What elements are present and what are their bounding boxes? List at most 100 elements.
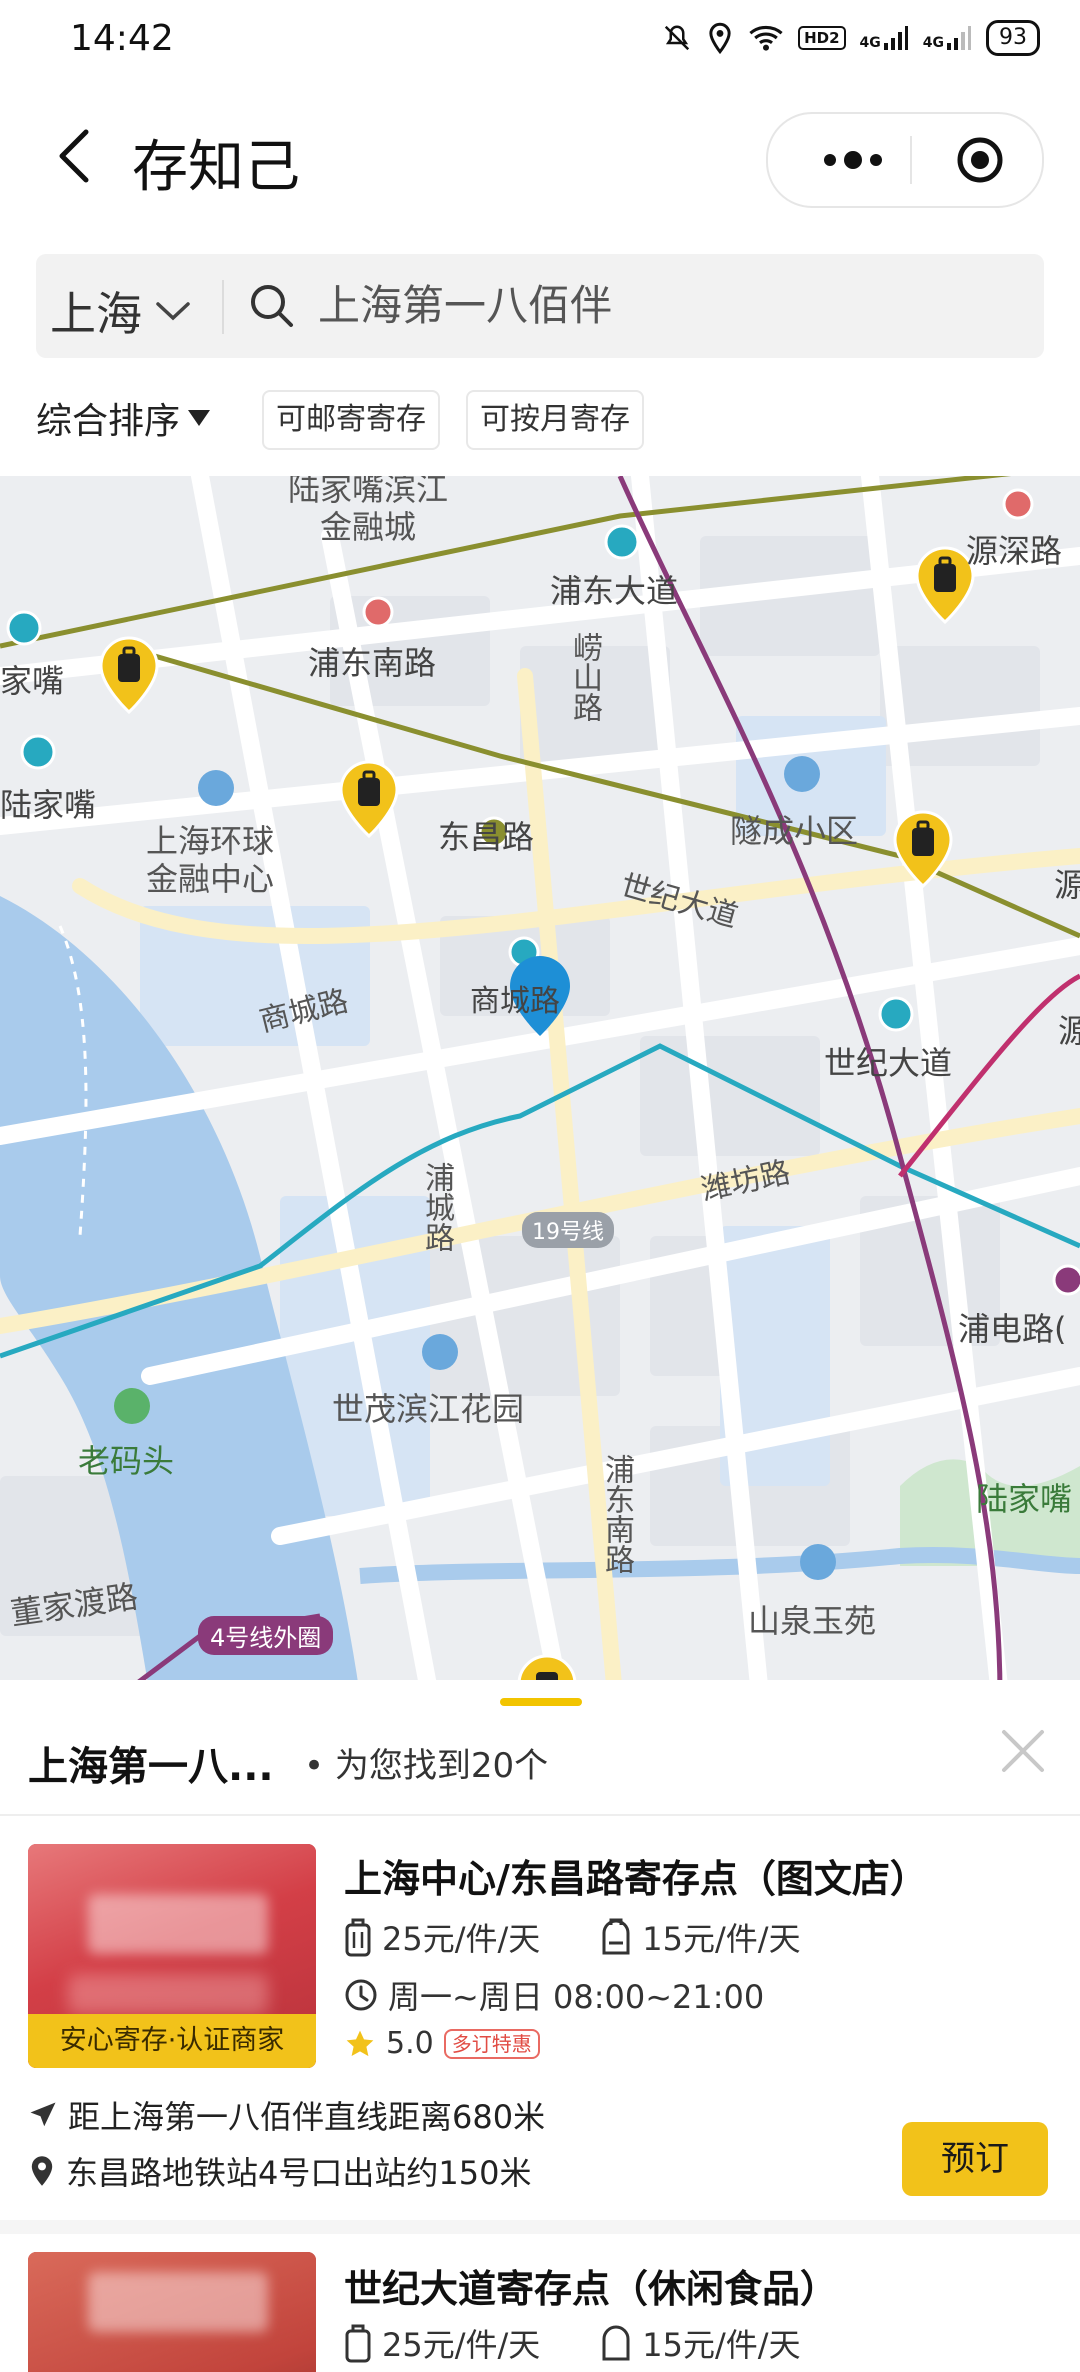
signal-strength-1: 4G xyxy=(860,25,909,51)
wifi-icon xyxy=(749,25,783,51)
map-label: 浦东大道 xyxy=(550,572,679,610)
price-large-text: 25元/件/天 xyxy=(382,2326,541,2364)
backpack-icon xyxy=(602,1918,630,1955)
map-label: 商城路 xyxy=(470,984,560,1019)
address-text: 东昌路地铁站4号口出站约150米 xyxy=(66,2154,532,2192)
map-label: 山泉玉苑 xyxy=(748,1602,877,1640)
status-icons: HD2 4G 4G 93 xyxy=(662,20,1040,56)
map-label-text: 金融中心 xyxy=(146,860,275,898)
mute-icon xyxy=(664,25,690,51)
price-large-text: 25元/件/天 xyxy=(382,1920,541,1958)
luggage-map-pin[interactable] xyxy=(892,810,954,892)
hd-badge: HD2 xyxy=(798,26,846,50)
price-small-text: 15元/件/天 xyxy=(642,2326,801,2364)
map-label: 东昌路 xyxy=(438,818,535,856)
page-title: 存知己 xyxy=(132,135,300,200)
price-small-text: 15元/件/天 xyxy=(642,1920,801,1958)
map-label: 浦东南路 xyxy=(599,1454,634,1574)
price-row: 25元/件/天 15元/件/天 xyxy=(344,1914,801,1960)
city-selector[interactable]: 上海 xyxy=(50,278,190,344)
map-label-text: 上海环球 xyxy=(146,822,275,860)
results-query: 上海第一八... xyxy=(28,1744,274,1790)
status-bar: 14:42 HD2 4G 4G 93 xyxy=(0,0,1080,84)
luggage-map-pin[interactable] xyxy=(98,636,160,718)
mini-program-capsule xyxy=(766,112,1044,208)
address-info: 东昌路地铁站4号口出站约150米 xyxy=(28,2148,531,2194)
map-label: 源深路 xyxy=(966,532,1063,570)
price-small: 15元/件/天 xyxy=(600,1914,801,1960)
map-label: 陆家嘴滨江 金融城 xyxy=(288,476,448,546)
signal-bars-icon xyxy=(883,26,908,50)
store-name[interactable]: 上海中心/东昌路寄存点（图文店） xyxy=(344,1848,928,1903)
map-label: 浦东南路 xyxy=(308,644,437,682)
signal-label-2: 4G xyxy=(922,35,944,51)
map-label-text: 金融城 xyxy=(320,508,417,546)
price-row: 25元/件/天 15元/件/天 xyxy=(344,2320,801,2366)
sheet-drag-handle[interactable] xyxy=(500,1698,582,1706)
more-dots-icon xyxy=(870,154,882,166)
search-divider xyxy=(222,280,224,334)
map-label: 源 xyxy=(1054,866,1080,904)
caret-down-icon xyxy=(188,410,211,426)
backpack-icon xyxy=(602,2325,630,2361)
map-label-text: 陆家嘴滨江 xyxy=(288,476,449,508)
star-icon xyxy=(346,2030,374,2056)
luggage-icon xyxy=(345,2324,371,2363)
more-dots-icon xyxy=(844,151,862,169)
map-label: 源 xyxy=(1058,1012,1080,1050)
search-bar: 上海 上海第一八佰伴 xyxy=(36,254,1044,358)
navigation-icon xyxy=(30,2102,56,2127)
map-label: 浦电路( xyxy=(958,1310,1067,1348)
map-label: 老码头 xyxy=(78,1442,175,1480)
map-label: 崂山路 xyxy=(567,632,602,722)
price-large: 25元/件/天 xyxy=(344,2320,540,2366)
map-label: 上海环球 金融中心 xyxy=(146,822,274,898)
back-arrow-icon xyxy=(59,129,89,183)
price-large: 25元/件/天 xyxy=(344,1914,540,1960)
list-divider xyxy=(0,2220,1080,2234)
search-input[interactable]: 上海第一八佰伴 xyxy=(318,274,612,338)
map-view[interactable]: 陆家嘴滨江 金融城 浦东大道 源深路 家嘴 浦东南路 崂山路 陆家嘴 上海环球 … xyxy=(0,476,1080,1696)
distance-text: 距上海第一八佰伴直线距离680米 xyxy=(68,2098,546,2136)
sort-label: 综合排序 xyxy=(36,401,181,442)
price-small: 15元/件/天 xyxy=(600,2320,801,2366)
map-label: 世茂滨江花园 xyxy=(332,1390,525,1428)
location-status-icon xyxy=(709,22,731,54)
location-pin-icon xyxy=(31,2156,53,2186)
store-name[interactable]: 世纪大道寄存点（休闲食品） xyxy=(344,2258,838,2313)
filter-chip-mail[interactable]: 可邮寄寄存 xyxy=(262,390,440,450)
status-time: 14:42 xyxy=(70,18,174,59)
opening-hours-text: 周一~周日 08:00~21:00 xyxy=(388,1978,765,2016)
signal-label-1: 4G xyxy=(859,35,881,51)
back-button[interactable] xyxy=(44,124,104,188)
opening-hours: 周一~周日 08:00~21:00 xyxy=(344,1972,764,2018)
sheet-divider xyxy=(0,1814,1080,1816)
map-label: 隧成小区 xyxy=(730,812,859,850)
promo-tag: 多订特惠 xyxy=(443,2028,540,2059)
signal-bars-icon xyxy=(947,26,971,50)
map-label: 陆家嘴 xyxy=(0,786,97,824)
sort-dropdown[interactable]: 综合排序 xyxy=(36,392,212,444)
search-icon xyxy=(251,285,293,327)
clock-icon xyxy=(345,1979,377,2011)
rating: 5.0 多订特惠 xyxy=(344,2026,540,2061)
map-label: 家嘴 xyxy=(0,662,65,700)
capsule-divider xyxy=(910,136,912,184)
target-icon[interactable] xyxy=(956,136,1004,184)
map-label: 世纪大道 xyxy=(824,1044,953,1082)
rating-value: 5.0 xyxy=(386,2026,434,2061)
filter-chip-monthly[interactable]: 可按月寄存 xyxy=(466,390,644,450)
map-label: 浦城路 xyxy=(419,1162,454,1252)
chevron-down-icon xyxy=(156,302,190,321)
book-button[interactable]: 预订 xyxy=(902,2122,1048,2196)
map-label: 陆家嘴 xyxy=(976,1480,1073,1518)
distance-info: 距上海第一八佰伴直线距离680米 xyxy=(28,2092,545,2138)
store-image[interactable] xyxy=(28,2252,316,2372)
more-button[interactable] xyxy=(808,136,898,184)
trust-badge: 安心寄存·认证商家 xyxy=(28,2014,316,2068)
metro-line-badge: 4号线外圈 xyxy=(198,1616,334,1655)
metro-line-badge: 19号线 xyxy=(522,1212,614,1248)
close-icon[interactable] xyxy=(996,1724,1050,1778)
results-count: • 为您找到20个 xyxy=(304,1746,549,1786)
luggage-map-pin[interactable] xyxy=(338,760,400,842)
